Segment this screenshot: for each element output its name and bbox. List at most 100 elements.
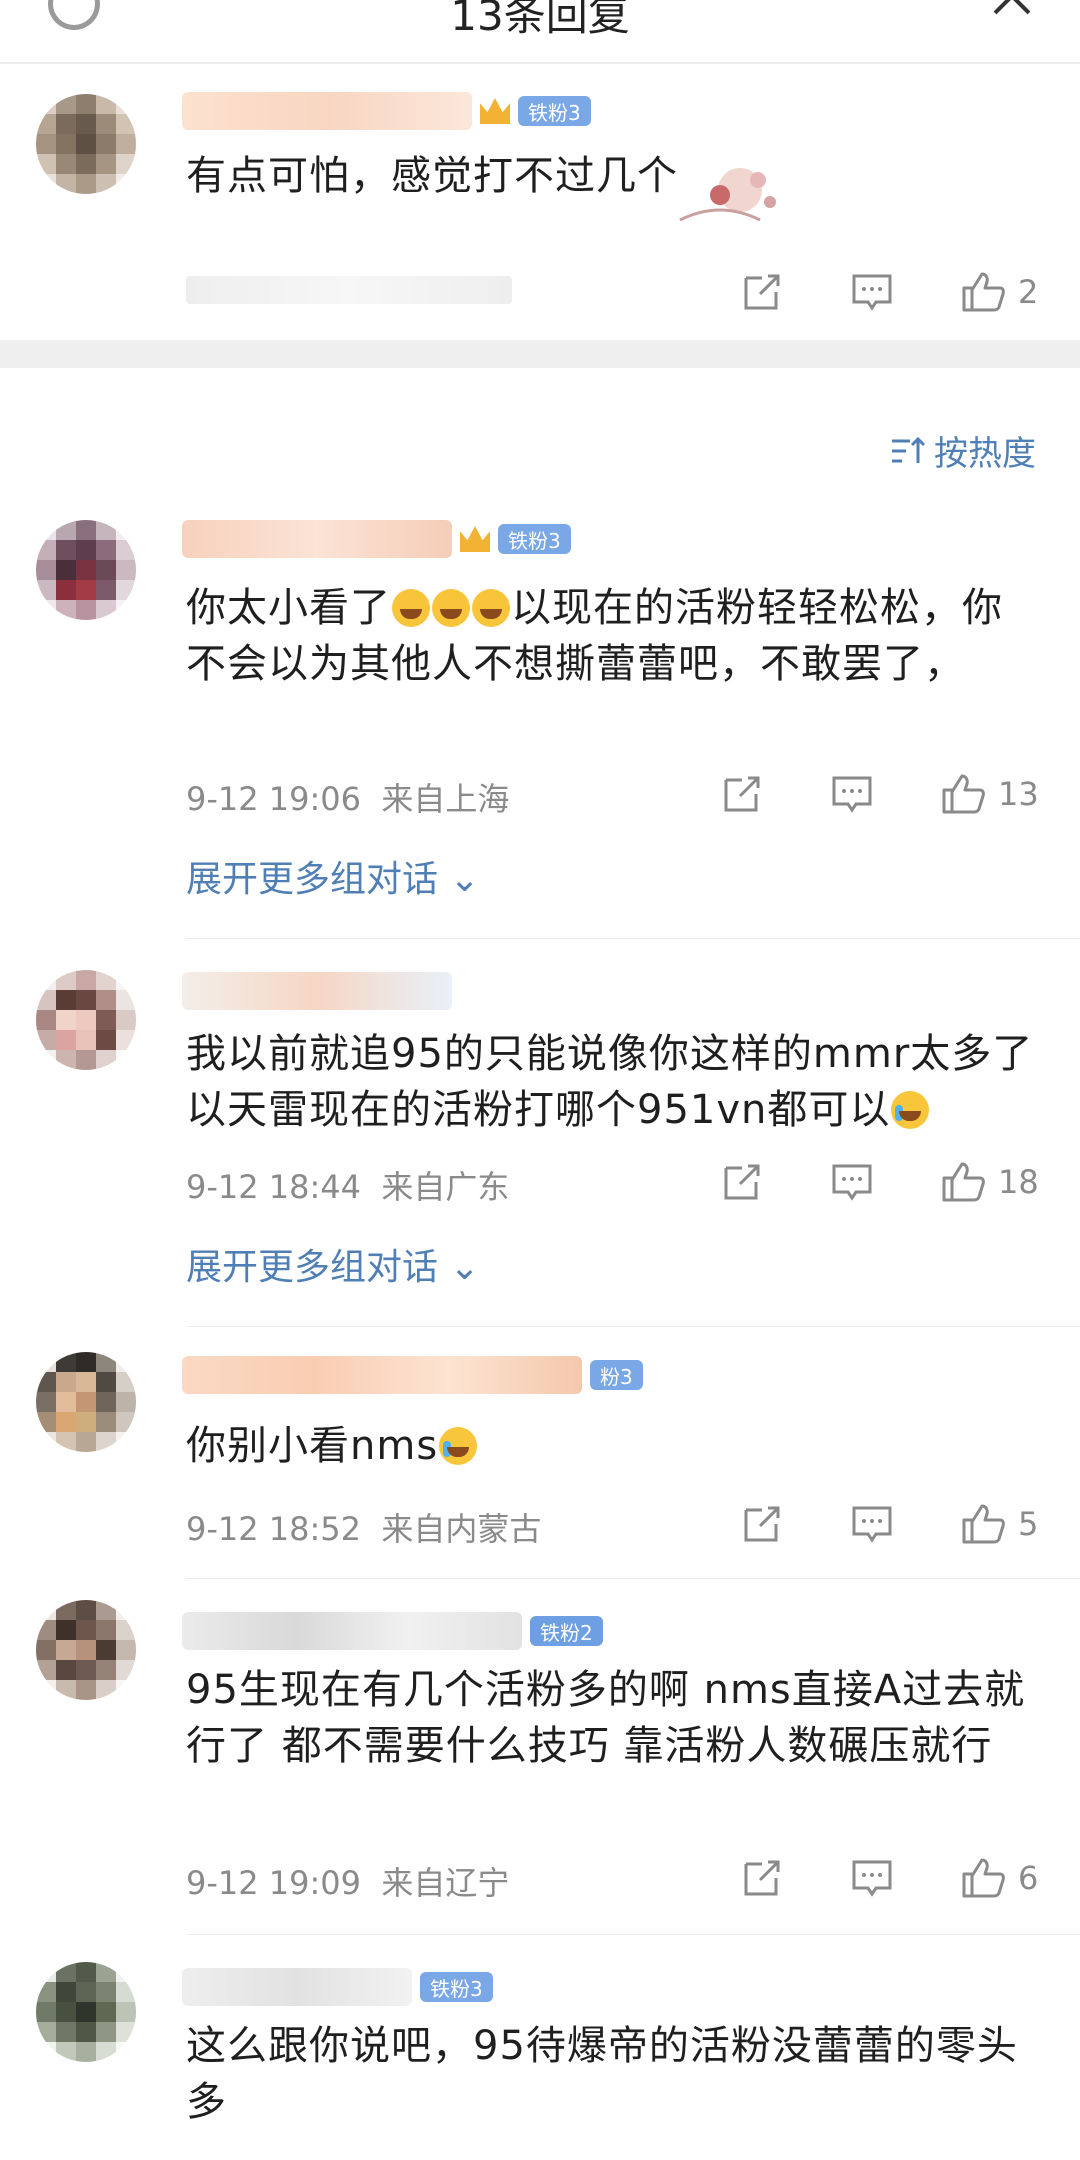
reply-button[interactable]	[850, 270, 894, 314]
username-blurred	[182, 92, 472, 130]
like-button[interactable]: 18	[940, 1160, 1039, 1204]
username[interactable]: 粉3	[182, 1356, 643, 1394]
expand-label: 展开更多组对话	[186, 1247, 439, 1288]
divider	[186, 1934, 1080, 1935]
comment-icon	[852, 1860, 892, 1897]
expand-label: 展开更多组对话	[186, 859, 439, 900]
divider	[186, 1578, 1080, 1579]
avatar[interactable]	[36, 520, 136, 620]
username[interactable]: 铁粉2	[182, 1612, 603, 1650]
like-button[interactable]: 13	[940, 772, 1039, 816]
like-count: 6	[1018, 1859, 1039, 1897]
username-blurred	[182, 1356, 582, 1394]
share-button[interactable]	[720, 772, 764, 816]
comment-text: 我以前就追95的只能说像你这样的mmr太多了以天雷现在的活粉打哪个951vn都可…	[186, 1026, 1046, 1138]
like-icon	[962, 272, 1005, 312]
fan-badge: 铁粉3	[498, 524, 571, 554]
username[interactable]	[182, 972, 452, 1010]
comment-text: 这么跟你说吧，95待爆帝的活粉没蕾蕾的零头多	[186, 2023, 1018, 2125]
like-button[interactable]: 5	[960, 1502, 1038, 1546]
sort-label: 按热度	[934, 434, 1036, 474]
share-icon	[744, 274, 780, 310]
close-icon[interactable]	[986, 0, 1036, 18]
comment-text-part: 你太小看了	[186, 585, 391, 631]
reply-button[interactable]	[850, 1502, 894, 1546]
comment-actions: 5	[740, 1502, 1060, 1546]
comment-location: 来自广东	[381, 1168, 510, 1206]
reply-button[interactable]	[830, 772, 874, 816]
username[interactable]: 铁粉3	[182, 1968, 493, 2006]
like-count: 18	[998, 1163, 1039, 1201]
comment-text: 你别小看nms	[186, 1418, 1046, 1474]
comment-icon	[852, 1506, 892, 1543]
avatar[interactable]	[36, 94, 136, 194]
like-icon	[962, 1858, 1005, 1898]
comment-actions: 2	[740, 270, 1060, 314]
comment-text: 95生现在有几个活粉多的啊 nms直接A过去就行了 都不需要什么技巧 靠活粉人数…	[186, 1667, 1026, 1769]
comment-actions: 18	[720, 1160, 1060, 1204]
share-button[interactable]	[720, 1160, 764, 1204]
avatar[interactable]	[36, 1962, 136, 2062]
like-button[interactable]: 2	[960, 270, 1038, 314]
username[interactable]: 铁粉3	[182, 92, 591, 130]
top-bar: 13条回复	[0, 0, 1080, 64]
laugh-emoji-icon	[472, 589, 510, 627]
divider	[186, 1326, 1080, 1327]
like-button[interactable]: 6	[960, 1856, 1038, 1900]
comment-time: 9-12 18:44	[186, 1168, 362, 1206]
share-button[interactable]	[740, 270, 784, 314]
comment-actions: 6	[740, 1856, 1060, 1900]
comment-meta-faded	[186, 276, 512, 304]
comment-location: 来自辽宁	[381, 1864, 510, 1902]
share-button[interactable]	[740, 1856, 784, 1900]
page-title: 13条回复	[450, 0, 630, 40]
comment-time: 9-12 19:06	[186, 780, 362, 818]
avatar[interactable]	[36, 1600, 136, 1700]
laugh-emoji-icon	[392, 589, 430, 627]
sort-button[interactable]: 按热度	[890, 426, 1036, 475]
comment-time: 9-12 19:09	[186, 1864, 362, 1902]
comment-meta: 9-12 19:09 来自辽宁	[186, 1858, 509, 1904]
expand-more-link[interactable]: 展开更多组对话 ⌄	[186, 850, 480, 902]
comment-icon	[832, 776, 872, 813]
username-blurred	[182, 972, 452, 1010]
like-count: 5	[1018, 1505, 1039, 1543]
share-icon	[724, 776, 760, 812]
username[interactable]: 铁粉3	[182, 520, 571, 558]
avatar[interactable]	[36, 1352, 136, 1452]
like-count: 2	[1018, 273, 1039, 311]
comment-meta: 9-12 19:06 来自上海	[186, 774, 509, 820]
reply-button[interactable]	[830, 1160, 874, 1204]
comment-text: 你太小看了 以现在的活粉轻轻松松，你不会以为其他人不想撕蕾蕾吧，不敢罢了，	[186, 580, 1006, 692]
comment-text: 有点可怕，感觉打不过几个	[186, 153, 678, 199]
like-icon	[942, 1162, 985, 1202]
cry-emoji-icon	[891, 1091, 930, 1129]
crown-icon	[460, 526, 490, 552]
comment-meta: 9-12 18:52 来自内蒙古	[186, 1504, 541, 1550]
cry-emoji-icon	[439, 1427, 478, 1465]
flower-decoration-icon	[679, 168, 776, 222]
comment-actions: 13	[720, 772, 1060, 816]
reply-button[interactable]	[850, 1856, 894, 1900]
share-icon	[744, 1860, 780, 1896]
divider	[186, 938, 1080, 939]
sort-icon	[892, 436, 926, 463]
fan-badge: 铁粉3	[518, 96, 591, 126]
like-icon	[942, 774, 985, 814]
chevron-down-icon: ⌄	[438, 859, 480, 900]
comment-time: 9-12 18:52	[186, 1510, 362, 1548]
expand-more-link[interactable]: 展开更多组对话 ⌄	[186, 1238, 480, 1290]
avatar[interactable]	[36, 970, 136, 1070]
share-icon	[744, 1506, 780, 1542]
like-count: 13	[998, 775, 1039, 813]
laugh-emoji-icon	[432, 589, 470, 627]
share-button[interactable]	[740, 1502, 784, 1546]
like-icon	[962, 1504, 1005, 1544]
fan-badge: 铁粉3	[420, 1972, 493, 2002]
comment-meta: 9-12 18:44 来自广东	[186, 1162, 509, 1208]
username-blurred	[182, 1968, 412, 2006]
section-divider	[0, 340, 1080, 368]
share-icon	[724, 1164, 760, 1200]
comment-text-part: 你别小看nms	[186, 1423, 439, 1469]
comment-location: 来自内蒙古	[381, 1510, 542, 1548]
